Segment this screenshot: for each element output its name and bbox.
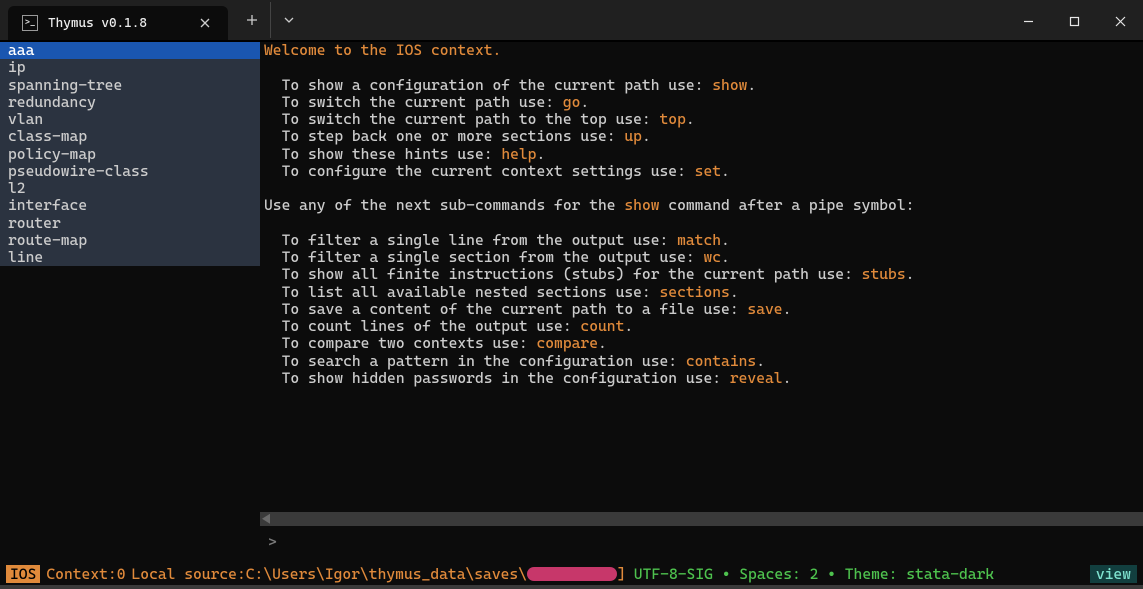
help-text: Welcome to the IOS context. To show a co… [260, 42, 1143, 512]
tabstrip: >_ Thymus v0.1.8 [0, 0, 228, 40]
sidebar-item[interactable]: pseudowire-class [0, 163, 260, 180]
terminal-icon: >_ [22, 15, 38, 31]
context-label: Context: [40, 565, 116, 583]
context-value: 0 [117, 565, 126, 583]
titlebar-drag-region[interactable] [306, 0, 1005, 40]
maximize-button[interactable] [1051, 0, 1097, 42]
titlebar: >_ Thymus v0.1.8 [0, 0, 1143, 42]
sidebar-item[interactable]: class-map [0, 128, 260, 145]
sidebar-item[interactable]: line [0, 249, 260, 266]
sidebar-item[interactable]: aaa [0, 42, 260, 59]
window-close-button[interactable] [1097, 0, 1143, 42]
sidebar-item[interactable]: route-map [0, 232, 260, 249]
statusbar: IOS Context: 0 Local source: C:\Users\Ig… [0, 563, 1143, 585]
tab-controls [234, 0, 306, 40]
new-tab-button[interactable] [234, 2, 270, 38]
window-border-bottom [0, 585, 1143, 589]
horizontal-scrollbar[interactable] [260, 512, 1143, 526]
encoding-info: UTF-8-SIG • Spaces: 2 • Theme: stata-dar… [626, 565, 994, 583]
sidebar-item[interactable]: spanning-tree [0, 77, 260, 94]
prompt-caret: > [268, 533, 277, 551]
close-tab-button[interactable] [196, 14, 214, 32]
terminal-tab[interactable]: >_ Thymus v0.1.8 [8, 6, 228, 40]
source-path-end: ] [617, 565, 626, 583]
prompt-row[interactable]: > [260, 526, 1143, 563]
sidebar-item[interactable]: router [0, 215, 260, 232]
sidebar-item[interactable]: ip [0, 59, 260, 76]
sidebar-item[interactable]: policy-map [0, 146, 260, 163]
context-badge: IOS [6, 565, 40, 583]
window-controls [1005, 0, 1143, 40]
sidebar-item[interactable]: vlan [0, 111, 260, 128]
tab-title: Thymus v0.1.8 [48, 16, 186, 31]
sidebar-item[interactable]: interface [0, 197, 260, 214]
sidebar-item[interactable]: l2 [0, 180, 260, 197]
source-path: C:\Users\Igor\thymus_data\saves\ [246, 565, 527, 583]
source-label: Local source: [125, 565, 245, 583]
main-pane: Welcome to the IOS context. To show a co… [260, 42, 1143, 563]
sidebar-item[interactable]: redundancy [0, 94, 260, 111]
tab-dropdown-button[interactable] [270, 2, 306, 38]
terminal-area: aaaipspanning-treeredundancyvlanclass-ma… [0, 42, 1143, 563]
minimize-button[interactable] [1005, 0, 1051, 42]
redacted-path-segment [527, 567, 617, 581]
section-sidebar: aaaipspanning-treeredundancyvlanclass-ma… [0, 42, 260, 563]
view-mode-badge: view [1090, 565, 1137, 583]
